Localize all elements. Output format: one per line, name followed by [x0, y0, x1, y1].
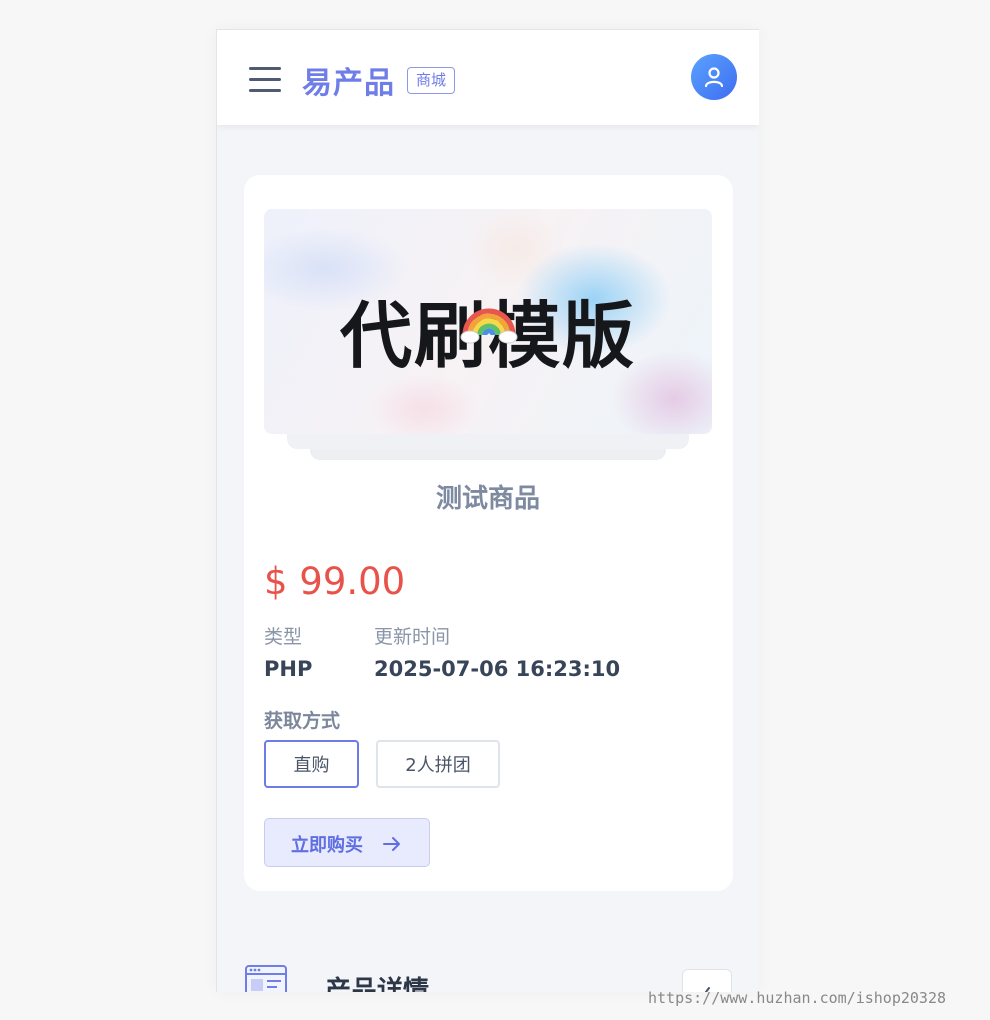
top-header: 易产品 商城 [217, 30, 759, 125]
product-name: 测试商品 [435, 484, 540, 514]
product-image[interactable]: 代刷模版 [264, 209, 712, 434]
updated-label: 更新时间 [374, 626, 451, 648]
buy-now-button[interactable]: 立即购买 [264, 818, 430, 867]
user-icon [704, 67, 724, 88]
product-detail-title: 产品详情 [325, 976, 430, 992]
product-price: $ 99.00 [264, 560, 406, 603]
brand-badge: 商城 [407, 67, 456, 94]
hamburger-menu-icon[interactable] [249, 67, 281, 93]
arrow-right-icon [383, 837, 400, 851]
product-detail-icon [245, 965, 287, 992]
rainbow-icon [460, 308, 518, 344]
updated-value: 2025-07-06 16:23:10 [374, 657, 621, 681]
option-group-buy[interactable]: 2人拼团 [376, 740, 500, 788]
purchase-method-label: 获取方式 [264, 710, 341, 732]
watermark-url: https://www.huzhan.com/ishop20328 [648, 989, 947, 1007]
option-direct-buy[interactable]: 直购 [264, 740, 359, 788]
type-value: PHP [264, 657, 313, 681]
brand-name[interactable]: 易产品 [302, 58, 395, 102]
type-label: 类型 [264, 626, 303, 648]
buy-now-label: 立即购买 [291, 835, 363, 856]
user-avatar[interactable] [691, 54, 737, 100]
mobile-frame: 易产品 商城 代刷模版 测试商品 $ 99.00 类型 更新时间 PHP 202… [216, 29, 759, 992]
